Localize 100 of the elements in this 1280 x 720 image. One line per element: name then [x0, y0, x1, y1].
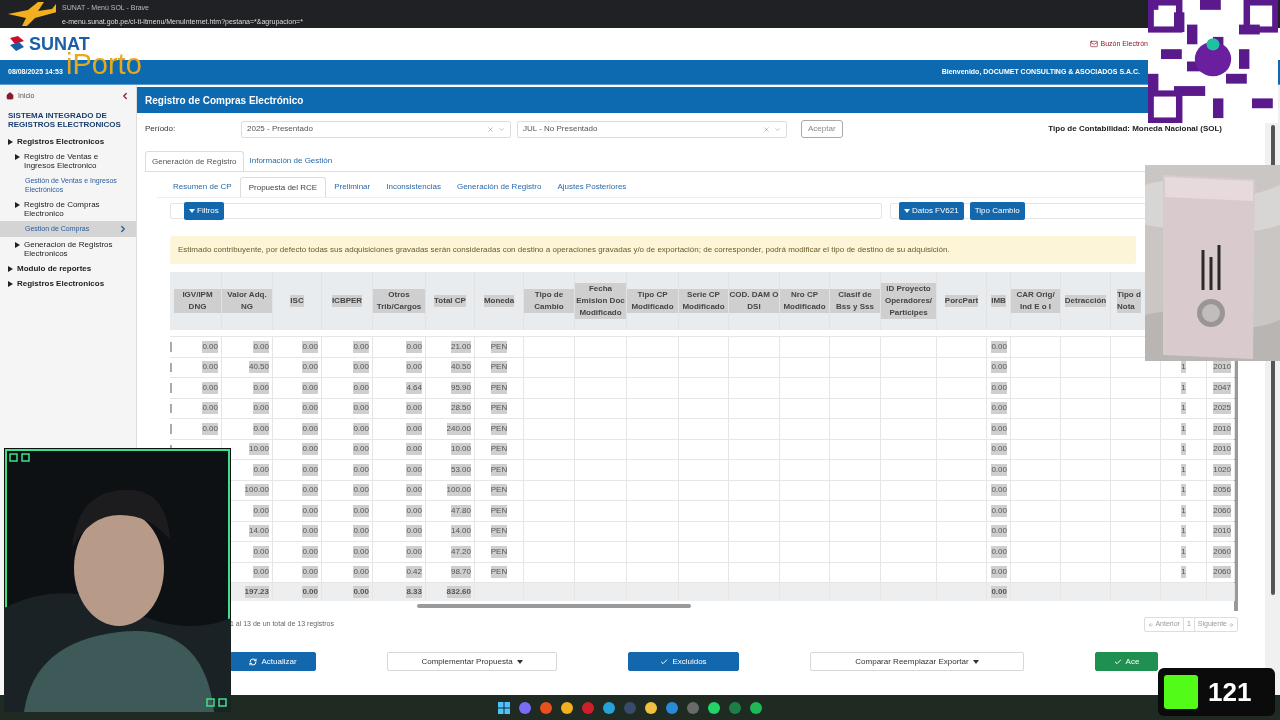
- cell-value: 0.00: [406, 340, 422, 353]
- collapse-icon[interactable]: [120, 91, 130, 101]
- triangle-icon: [8, 281, 13, 287]
- sub-tab[interactable]: Preliminar: [326, 177, 379, 197]
- cell-value: 0.00: [202, 422, 218, 435]
- cell-value: 0.00: [353, 402, 369, 415]
- cell-value: 10.00: [248, 443, 269, 456]
- cell-value: 2010: [1213, 422, 1231, 435]
- cell-value: 0.00: [406, 504, 422, 517]
- cell-value: 197.23: [244, 586, 269, 598]
- month-select[interactable]: JUL - No Presentado: [517, 120, 787, 138]
- cell-value: PEN: [490, 484, 508, 497]
- app-icon[interactable]: [645, 701, 657, 714]
- clear-icon: [763, 125, 770, 133]
- cell-value: 0.00: [253, 402, 269, 415]
- cell-value: 1: [1181, 525, 1186, 538]
- action-button[interactable]: Complementar Propuesta: [387, 652, 557, 671]
- cell-value: 0.00: [302, 443, 318, 456]
- cell-value: 0.00: [302, 402, 318, 415]
- cell-value: 1: [1181, 504, 1186, 517]
- caret-icon: [904, 209, 910, 213]
- app-icon[interactable]: [750, 701, 762, 714]
- sub-tab[interactable]: Inconsistencias: [378, 177, 449, 197]
- refresh-icon: [249, 657, 258, 666]
- logo-icon: [8, 36, 26, 52]
- cell-value: 0.00: [991, 586, 1007, 598]
- column-header: Nro CP Modificado: [780, 272, 830, 330]
- sidebar-item[interactable]: Registro de Ventas e Ingresos Electronico: [0, 149, 136, 173]
- sub-tab[interactable]: Propuesta del RCE: [239, 177, 327, 197]
- cell-value: PEN: [490, 361, 508, 374]
- cell-value: 0.00: [991, 340, 1007, 353]
- app-icon[interactable]: [603, 701, 615, 714]
- cell-value: 14.00: [450, 525, 471, 538]
- year-select[interactable]: 2025 - Presentado: [241, 120, 511, 138]
- triangle-icon: [15, 154, 20, 160]
- chevron-down-icon: [498, 125, 505, 133]
- cell-value: 47.80: [450, 504, 471, 517]
- period-label: Período:: [145, 123, 177, 135]
- cell-value: 0.00: [353, 361, 369, 374]
- app-icon[interactable]: [540, 701, 552, 714]
- clear-icon: [487, 125, 494, 133]
- sidebar-item[interactable]: Modulo de reportes: [0, 261, 136, 276]
- column-header: Tipo de Cambio: [524, 272, 575, 330]
- cell-value: 2056: [1213, 484, 1231, 497]
- action-button[interactable]: Actualizar: [230, 652, 316, 671]
- sidebar-item[interactable]: Registros Electronicos: [0, 134, 136, 149]
- action-button[interactable]: Excluidos: [628, 652, 739, 671]
- caret-icon: [516, 659, 523, 664]
- accept-button[interactable]: Aceptar: [801, 120, 843, 138]
- cell-value: 0.00: [202, 340, 218, 353]
- mail-icon: [1089, 40, 1098, 48]
- sidebar-item[interactable]: Registros Electronicos: [0, 276, 136, 291]
- cell-value: 0.00: [302, 504, 318, 517]
- cell-value: 0.00: [991, 545, 1007, 558]
- exchange-button[interactable]: Tipo Cambio: [969, 202, 1025, 220]
- column-header: IGV/IPM DNG: [174, 272, 222, 330]
- sidebar-item[interactable]: Generacion de Registros Electronicos: [0, 237, 136, 261]
- cell-value: 2060: [1213, 566, 1231, 579]
- cell-value: 0.00: [302, 361, 318, 374]
- cell-value: 2060: [1213, 545, 1231, 558]
- cell-value: 0.00: [991, 422, 1007, 435]
- page-title: Registro de Compras Electrónico: [145, 93, 304, 108]
- cell-value: 40.50: [450, 361, 471, 374]
- cell-value: 100.00: [446, 484, 471, 497]
- caret-icon: [972, 659, 979, 664]
- cell-value: 1020: [1213, 463, 1231, 476]
- chevron-right-icon: [118, 224, 128, 234]
- cell-value: 0.00: [991, 402, 1007, 415]
- windows-icon[interactable]: [498, 701, 510, 714]
- sub-tab[interactable]: Resumen de CP: [165, 177, 240, 197]
- app-icon[interactable]: [666, 701, 678, 714]
- cell-value: 0.00: [991, 361, 1007, 374]
- cell-value: 2010: [1213, 525, 1231, 538]
- app-icon[interactable]: [708, 701, 720, 714]
- column-header: Total CP: [426, 272, 475, 330]
- sidebar-item[interactable]: Registro de Compras Electronico: [0, 197, 136, 221]
- filter-button[interactable]: Filtros: [184, 202, 224, 220]
- cell-value: 47.20: [450, 545, 471, 558]
- sub-tab[interactable]: Ajustes Posteriores: [549, 177, 635, 197]
- app-icon[interactable]: [519, 701, 531, 714]
- cell-value: 0.00: [353, 443, 369, 456]
- cell-value: 0.00: [353, 504, 369, 517]
- sub-tab[interactable]: Generación de Registro: [448, 177, 550, 197]
- action-button[interactable]: Comparar Reemplazar Exportar: [810, 652, 1024, 671]
- fv621-button[interactable]: Datos FV621: [899, 202, 964, 220]
- viewer-counter: 121: [1158, 668, 1275, 716]
- app-icon[interactable]: [561, 701, 573, 714]
- cell-value: 0.00: [302, 586, 318, 598]
- cell-value: 0.00: [253, 566, 269, 579]
- cell-value: 0.00: [406, 463, 422, 476]
- tab[interactable]: Información de Gestión: [243, 151, 339, 171]
- cell-value: 2060: [1213, 504, 1231, 517]
- tab[interactable]: Generación de Registro: [145, 151, 244, 171]
- cell-value: 40.50: [248, 361, 269, 374]
- cell-value: 0.00: [253, 340, 269, 353]
- cell-value: 0.00: [353, 525, 369, 538]
- cell-value: 0.00: [406, 545, 422, 558]
- horizontal-scrollbar[interactable]: [417, 604, 691, 608]
- action-button[interactable]: Ace: [1095, 652, 1158, 671]
- cell-value: 4.64: [406, 381, 422, 394]
